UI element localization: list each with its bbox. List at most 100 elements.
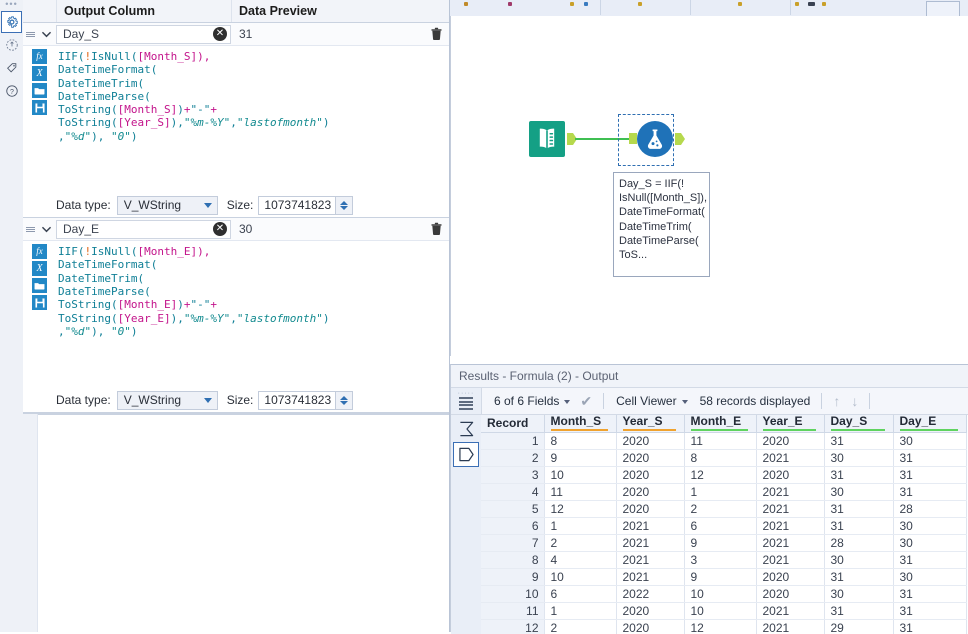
gear-icon[interactable] [1,11,22,33]
cell-month_e[interactable]: 8 [684,449,756,466]
row-number-cell[interactable]: 7 [481,534,544,551]
cell-year_e[interactable]: 2021 [756,500,824,517]
help-icon[interactable]: ? [1,80,22,102]
ribbon-group-2[interactable] [600,0,691,15]
cell-day_s[interactable]: 30 [824,585,893,602]
table-row[interactable]: 10620221020203031 [481,585,966,602]
cell-month_e[interactable]: 11 [684,432,756,449]
table-row[interactable]: 612021620213130 [481,517,966,534]
stepper-arrows-0[interactable] [336,196,353,215]
check-icon[interactable]: ✔ [580,393,592,410]
stepper-up-icon[interactable] [340,396,348,400]
arrow-down-icon[interactable]: ↓ [851,393,858,409]
cell-year_e[interactable]: 2021 [756,517,824,534]
cell-year_e[interactable]: 2020 [756,466,824,483]
table-row[interactable]: 722021920212830 [481,534,966,551]
drag-handle-icon[interactable] [23,218,37,240]
chevron-down-icon[interactable] [37,23,56,45]
cell-day_e[interactable]: 30 [893,534,966,551]
cell-day_e[interactable]: 31 [893,483,966,500]
cell-year_s[interactable]: 2021 [616,568,684,585]
cell-month_e[interactable]: 12 [684,466,756,483]
row-number-cell[interactable]: 9 [481,568,544,585]
row-number-cell[interactable]: 2 [481,449,544,466]
cell-year_s[interactable]: 2021 [616,517,684,534]
row-number-cell[interactable]: 5 [481,500,544,517]
folder-icon[interactable] [32,278,47,293]
column-header-day_s[interactable]: Day_S [824,415,893,432]
column-header-year_s[interactable]: Year_S [616,415,684,432]
data-type-select-0[interactable]: V_WString [117,196,218,215]
cell-year_s[interactable]: 2020 [616,449,684,466]
input-data-node[interactable] [529,121,565,160]
table-row[interactable]: 842021320213031 [481,551,966,568]
cell-month_s[interactable]: 1 [544,602,616,619]
formula-code-1[interactable]: IIF(!IsNull([Month_E]), DateTimeFormat( … [56,241,449,342]
chevron-down-icon[interactable] [37,218,56,240]
clear-icon[interactable]: ✕ [213,222,227,236]
cell-year_e[interactable]: 2021 [756,483,824,500]
cell-day_e[interactable]: 30 [893,568,966,585]
cell-month_s[interactable]: 11 [544,483,616,500]
results-toolbar-handle[interactable]: ····· [451,388,482,414]
cell-year_s[interactable]: 2021 [616,534,684,551]
cell-month_s[interactable]: 6 [544,585,616,602]
cell-day_e[interactable]: 31 [893,602,966,619]
cell-day_s[interactable]: 31 [824,432,893,449]
delete-icon[interactable] [423,27,449,41]
table-row[interactable]: 292020820213031 [481,449,966,466]
cell-year_s[interactable]: 2020 [616,483,684,500]
cell-month_s[interactable]: 4 [544,551,616,568]
cell-day_s[interactable]: 30 [824,551,893,568]
cell-month_s[interactable]: 1 [544,517,616,534]
cell-year_e[interactable]: 2021 [756,534,824,551]
row-number-cell[interactable]: 4 [481,483,544,500]
fx-icon[interactable]: fx [32,244,47,259]
cell-month_e[interactable]: 10 [684,602,756,619]
cell-day_e[interactable]: 31 [893,585,966,602]
table-row[interactable]: 9102021920203130 [481,568,966,585]
row-number-cell[interactable]: 1 [481,432,544,449]
workflow-canvas[interactable]: Day_S = IIF(! IsNull([Month_S]), DateTim… [450,16,968,356]
cell-year_s[interactable]: 2020 [616,602,684,619]
size-value-1[interactable]: 1073741823 [258,391,336,410]
refresh-icon[interactable] [1,34,22,56]
tag-icon[interactable] [1,57,22,79]
column-header-month_e[interactable]: Month_E [684,415,756,432]
variable-icon[interactable]: X [32,66,47,81]
output-column-input-0[interactable] [56,25,231,44]
cell-day_e[interactable]: 30 [893,432,966,449]
sum-profile-icon[interactable] [453,416,479,441]
table-row[interactable]: 5122020220213128 [481,500,966,517]
cell-month_e[interactable]: 1 [684,483,756,500]
cell-month_s[interactable]: 2 [544,534,616,551]
cell-day_s[interactable]: 30 [824,449,893,466]
fx-icon[interactable]: fx [32,49,47,64]
cell-year_s[interactable]: 2020 [616,432,684,449]
cell-year_e[interactable]: 2020 [756,432,824,449]
cell-year_s[interactable]: 2020 [616,466,684,483]
cell-month_s[interactable]: 12 [544,500,616,517]
row-number-cell[interactable]: 10 [481,585,544,602]
formula-code-0[interactable]: IIF(!IsNull([Month_S]), DateTimeFormat( … [56,46,449,147]
cell-viewer-selector[interactable]: Cell Viewer [616,394,687,408]
cell-day_e[interactable]: 28 [893,500,966,517]
list-view-icon[interactable] [459,396,473,412]
cell-month_e[interactable]: 6 [684,517,756,534]
table-row[interactable]: 1820201120203130 [481,432,966,449]
cell-day_s[interactable]: 31 [824,602,893,619]
stepper-up-icon[interactable] [340,201,348,205]
data-shape-icon[interactable] [453,442,479,467]
row-number-cell[interactable]: 8 [481,551,544,568]
table-row[interactable]: 4112020120213031 [481,483,966,500]
cell-year_e[interactable]: 2021 [756,551,824,568]
size-stepper-0[interactable]: 1073741823 [258,196,353,215]
formula-node-input-plug[interactable] [629,133,637,144]
cell-day_s[interactable]: 31 [824,466,893,483]
variable-icon[interactable]: X [32,261,47,276]
size-value-0[interactable]: 1073741823 [258,196,336,215]
column-header-day_e[interactable]: Day_E [893,415,966,432]
ribbon-group-1[interactable] [450,0,601,15]
cell-day_e[interactable]: 31 [893,449,966,466]
save-icon[interactable] [32,100,47,115]
